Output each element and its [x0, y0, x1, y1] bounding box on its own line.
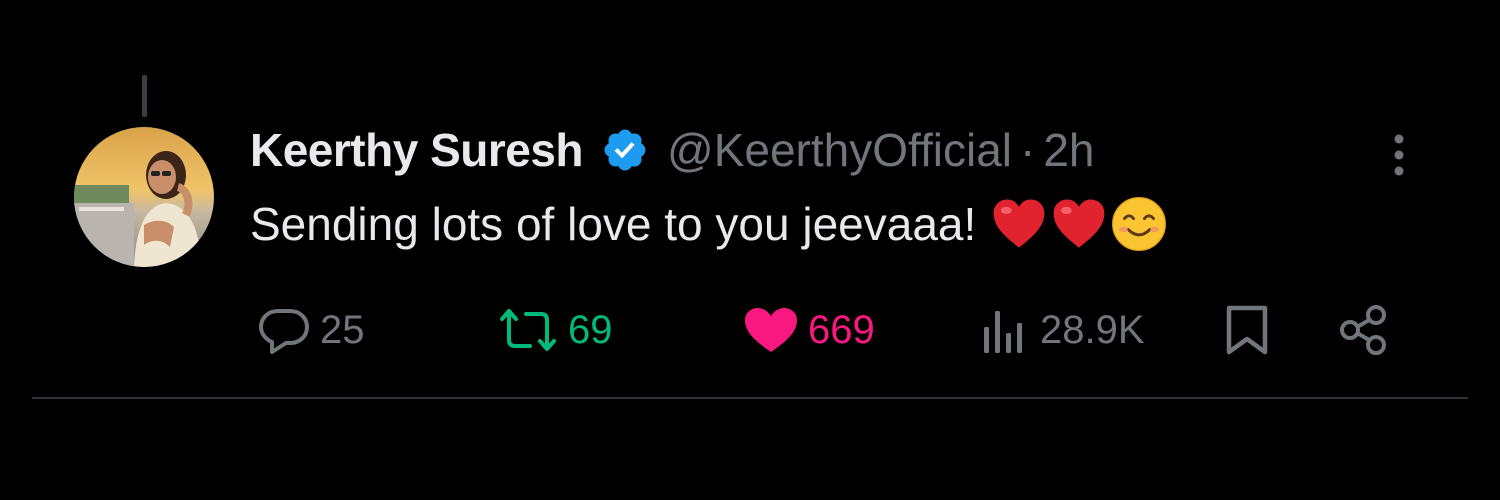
tweet-body: Sending lots of love to you jeevaaa!	[250, 192, 1168, 256]
share-button[interactable]	[1336, 300, 1392, 360]
reply-count: 25	[320, 307, 365, 352]
like-button[interactable]: 669	[742, 300, 875, 360]
analytics-bars-icon	[984, 311, 1022, 353]
thread-connector-line	[142, 75, 147, 117]
meta-separator: ·	[1020, 124, 1036, 176]
retweet-button[interactable]: 69	[496, 300, 613, 360]
emoji-group	[990, 195, 1168, 253]
more-vertical-icon	[1394, 134, 1404, 176]
more-options-button[interactable]	[1384, 132, 1414, 178]
user-handle[interactable]: @KeerthyOfficial	[667, 123, 1012, 177]
timestamp[interactable]: 2h	[1043, 123, 1094, 177]
avatar[interactable]	[74, 127, 214, 267]
verified-badge-icon	[601, 126, 649, 174]
bookmark-button[interactable]	[1220, 300, 1274, 360]
reply-button[interactable]: 25	[256, 300, 365, 360]
retweet-count: 69	[568, 307, 613, 352]
tweet-actions-bar: 25 69 669 28.9K	[0, 300, 1500, 360]
reply-bubble-icon	[259, 309, 309, 354]
tweet-divider	[32, 397, 1468, 399]
tweet-text: Sending lots of love to you jeevaaa!	[250, 198, 977, 250]
retweet-arrows-icon	[500, 309, 556, 351]
red-heart-emoji	[1050, 195, 1108, 253]
red-heart-emoji	[990, 195, 1048, 253]
avatar-photo	[74, 127, 214, 267]
heart-filled-icon	[745, 308, 797, 352]
views-button[interactable]: 28.9K	[980, 300, 1145, 360]
share-nodes-icon	[1340, 305, 1386, 355]
views-count: 28.9K	[1040, 307, 1145, 352]
bookmark-icon	[1226, 305, 1268, 355]
tweet-header: Keerthy Suresh @KeerthyOfficial · 2h	[250, 118, 1095, 182]
display-name[interactable]: Keerthy Suresh	[250, 123, 584, 177]
like-count: 669	[808, 307, 875, 352]
smiling-face-emoji	[1110, 195, 1168, 253]
